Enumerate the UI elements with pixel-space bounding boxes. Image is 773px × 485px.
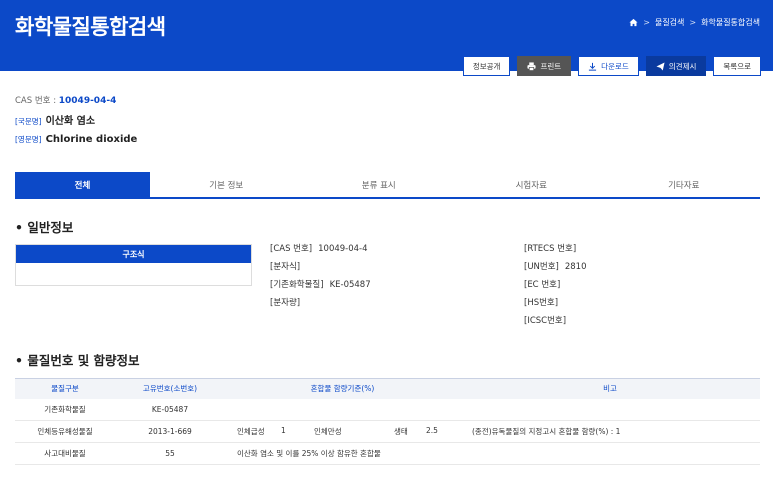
- english-name-value: Chlorine dioxide: [45, 134, 138, 145]
- field-hs-label: [HS번호]: [524, 298, 559, 308]
- field-icsc: [ICSC번호]: [524, 315, 587, 333]
- col-header-mix: 혼합물 함량기준(%): [225, 378, 460, 399]
- cell-type: 기존화학물질: [15, 398, 115, 421]
- field-formula-label: [분자식]: [270, 262, 301, 272]
- field-formula: [분자식]: [270, 261, 371, 279]
- korean-name-tag: [국문명]: [15, 117, 42, 126]
- print-button[interactable]: 프린트: [517, 56, 572, 76]
- field-icsc-label: [ICSC번호]: [524, 316, 567, 326]
- field-existing-chemical-value: KE-05487: [329, 280, 371, 290]
- cas-number: CAS 번호 : 10049-04-4: [15, 94, 116, 106]
- cell-mix: 이산화 염소 및 이를 25% 이상 함유한 혼합물: [225, 442, 460, 465]
- field-un: [UN번호] 2810: [524, 261, 587, 279]
- general-info-title: • 일반정보: [15, 220, 74, 235]
- english-name-tag: [영문명]: [15, 135, 42, 144]
- back-to-list-button[interactable]: 목록으로: [713, 56, 761, 76]
- breadcrumb-item-current[interactable]: 화학물질통합검색: [701, 17, 760, 28]
- tab-all[interactable]: 전체: [15, 172, 150, 197]
- info-disclosure-label: 정보공개: [472, 61, 501, 71]
- field-cas-label: [CAS 번호]: [270, 244, 313, 254]
- cas-label: CAS 번호 :: [15, 96, 59, 106]
- korean-name-value: 이산화 염소: [45, 116, 96, 127]
- general-info-left: [CAS 번호] 10049-04-4 [분자식] [기존화학물질] KE-0548…: [270, 243, 371, 315]
- info-disclosure-button[interactable]: 정보공개: [462, 56, 511, 76]
- mix-value-eco: 2.5: [426, 426, 438, 435]
- korean-name: [국문명] 이산화 염소: [15, 112, 95, 127]
- chevron-right-icon: >: [689, 18, 697, 27]
- field-molecular-weight-label: [분자량]: [270, 298, 301, 308]
- mix-label-eco: 생태: [394, 427, 408, 436]
- cell-type: 사고대비물질: [15, 442, 115, 465]
- field-ec-label: [EC 번호]: [524, 280, 561, 290]
- field-molecular-weight: [분자량]: [270, 297, 371, 315]
- general-info-right: [RTECS 번호] [UN번호] 2810 [EC 번호] [HS번호] [IC…: [524, 243, 587, 333]
- field-existing-chemical: [기존화학물질] KE-05487: [270, 279, 371, 297]
- tab-other-data[interactable]: 기타자료: [608, 172, 761, 197]
- english-name: [영문명] Chlorine dioxide: [15, 134, 137, 145]
- materials-title-text: 물질번호 및 함량정보: [27, 353, 140, 368]
- field-ec: [EC 번호]: [524, 279, 587, 297]
- cell-mix: 인체급성 1 인체만성 생태 2.5: [225, 420, 460, 443]
- table-row: 인체등유해성물질 2013-1-669 인체급성 1 인체만성 생태 2.5 (…: [15, 420, 760, 443]
- breadcrumb: > 물질검색 > 화학물질통합검색: [629, 17, 760, 28]
- cell-id: 55: [115, 442, 225, 465]
- download-label: 다운로드: [601, 61, 629, 71]
- mix-label-acute: 인체급성: [237, 427, 265, 436]
- action-toolbar: 정보공개 프린트 다운로드 의견제시 목록으로: [462, 56, 761, 76]
- download-button[interactable]: 다운로드: [578, 56, 639, 76]
- tab-classification[interactable]: 분류 표시: [303, 172, 456, 197]
- opinion-button[interactable]: 의견제시: [645, 56, 707, 76]
- field-rtecs-label: [RTECS 번호]: [524, 244, 577, 254]
- mix-label-chronic: 인체만성: [314, 427, 342, 436]
- page-title: 화학물질통합검색: [15, 15, 166, 39]
- materials-title: • 물질번호 및 함량정보: [15, 353, 140, 368]
- opinion-label: 의견제시: [668, 61, 697, 71]
- field-rtecs: [RTECS 번호]: [524, 243, 587, 261]
- table-header-row: 물질구분 고유번호(소번호) 혼합물 함량기준(%) 비고: [15, 378, 760, 399]
- structure-box: 구조식: [15, 244, 252, 286]
- cell-id: KE-05487: [115, 398, 225, 421]
- materials-table: 물질구분 고유번호(소번호) 혼합물 함량기준(%) 비고 기존화학물질 KE-…: [15, 378, 760, 465]
- cell-note: [460, 398, 760, 421]
- download-icon: [589, 62, 597, 71]
- home-icon[interactable]: [629, 18, 638, 27]
- structure-header: 구조식: [16, 245, 251, 263]
- cell-mix: [225, 398, 460, 421]
- field-un-value: 2810: [564, 262, 587, 272]
- table-row: 기존화학물질 KE-05487: [15, 398, 760, 421]
- paper-plane-icon: [656, 61, 665, 71]
- general-info-title-text: 일반정보: [27, 220, 74, 235]
- field-cas-value: 10049-04-4: [318, 244, 368, 254]
- print-label: 프린트: [540, 61, 562, 71]
- breadcrumb-item-search[interactable]: 물질검색: [655, 17, 684, 28]
- cell-id: 2013-1-669: [115, 420, 225, 443]
- printer-icon: [527, 61, 537, 71]
- col-header-type: 물질구분: [15, 378, 115, 399]
- col-header-id: 고유번호(소번호): [115, 378, 225, 399]
- cell-note: (종전)유독물질의 지정고시 혼합물 함량(%) : 1: [460, 420, 760, 443]
- mix-value-acute: 1: [281, 426, 286, 435]
- field-hs: [HS번호]: [524, 297, 587, 315]
- table-row: 사고대비물질 55 이산화 염소 및 이를 25% 이상 함유한 혼합물: [15, 442, 760, 465]
- cell-type: 인체등유해성물질: [15, 420, 115, 443]
- chevron-right-icon: >: [643, 18, 650, 27]
- cell-note: [460, 442, 760, 465]
- field-cas: [CAS 번호] 10049-04-4: [270, 243, 371, 261]
- back-to-list-label: 목록으로: [723, 61, 751, 71]
- cas-value: 10049-04-4: [58, 96, 117, 106]
- field-un-label: [UN번호]: [524, 262, 559, 272]
- col-header-note: 비고: [460, 378, 760, 399]
- tab-test-data[interactable]: 시험자료: [455, 172, 608, 197]
- tab-bar: 전체 기본 정보 분류 표시 시험자료 기타자료: [15, 172, 760, 199]
- field-existing-chemical-label: [기존화학물질]: [270, 280, 324, 290]
- tab-basic-info[interactable]: 기본 정보: [150, 172, 303, 197]
